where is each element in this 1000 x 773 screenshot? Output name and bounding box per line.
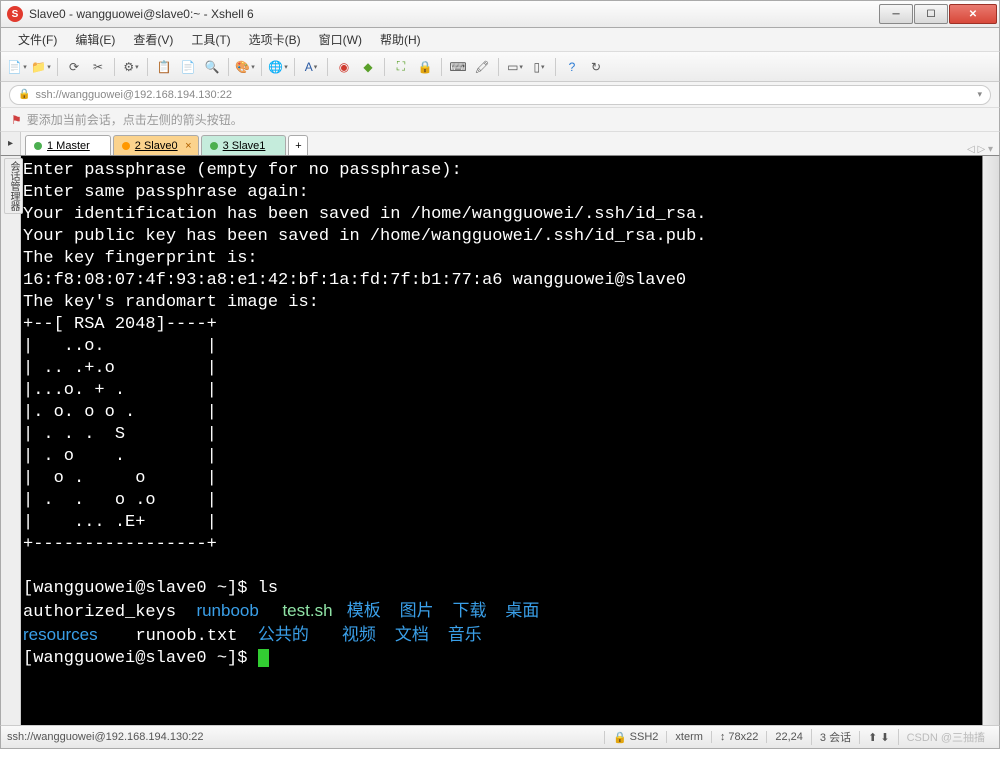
menu-view[interactable]: 查看(V)	[124, 31, 182, 48]
lock-icon[interactable]: 🔒	[415, 57, 435, 77]
new-session-button[interactable]: 📄	[7, 57, 27, 77]
sidebar-handle[interactable]: ▸	[1, 132, 21, 155]
window-title: Slave0 - wangguowei@slave0:~ - Xshell 6	[29, 7, 879, 21]
terminal[interactable]: Enter passphrase (empty for no passphras…	[21, 156, 982, 725]
status-extra: ⬆ ⬇	[859, 731, 898, 744]
window-controls: ─ ☐ ✕	[879, 4, 997, 24]
tab-master[interactable]: 1 Master	[25, 135, 111, 155]
status-cursor: 22,24	[766, 731, 811, 743]
status-dot-icon	[210, 142, 218, 150]
app-icon: S	[7, 6, 23, 22]
status-protocol: 🔒SSH2	[604, 731, 666, 744]
tab-scroll-arrows[interactable]: ◁ ▷ ▾	[961, 144, 999, 155]
status-dot-icon	[34, 142, 42, 150]
flag-icon: ⚑	[11, 113, 22, 127]
addressbar-row: 🔒 ssh://wangguowei@192.168.194.130:22 ▾	[0, 82, 1000, 108]
menu-tools[interactable]: 工具(T)	[182, 31, 239, 48]
status-dot-icon	[122, 142, 130, 150]
tab-label: 3 Slave1	[223, 140, 266, 152]
find-icon[interactable]: 🔍	[202, 57, 222, 77]
menu-help[interactable]: 帮助(H)	[371, 31, 430, 48]
globe-button[interactable]: 🌐	[268, 57, 288, 77]
menu-window[interactable]: 窗口(W)	[310, 31, 371, 48]
tab-label: 2 Slave0	[135, 140, 178, 152]
hint-text: 要添加当前会话，点击左侧的箭头按钮。	[27, 111, 243, 128]
minimize-button[interactable]: ─	[879, 4, 913, 24]
statusbar: ssh://wangguowei@192.168.194.130:22 🔒SSH…	[0, 725, 1000, 749]
help-icon[interactable]: ?	[562, 57, 582, 77]
close-button[interactable]: ✕	[949, 4, 997, 24]
terminal-wrap: Enter passphrase (empty for no passphras…	[0, 156, 1000, 725]
sidebar-gutter[interactable]	[1, 156, 21, 725]
watermark: CSDN @三抽搐	[898, 729, 993, 745]
address-text: ssh://wangguowei@192.168.194.130:22	[35, 89, 231, 101]
menubar: 文件(F) 编辑(E) 查看(V) 工具(T) 选项卡(B) 窗口(W) 帮助(…	[0, 28, 1000, 52]
status-termtype: xterm	[666, 731, 711, 743]
properties-button[interactable]: ⚙	[121, 57, 141, 77]
copy-icon[interactable]: 📋	[154, 57, 174, 77]
fullscreen-icon[interactable]: ⛶	[391, 57, 411, 77]
paste-icon[interactable]: 📄	[178, 57, 198, 77]
hint-row: ⚑ 要添加当前会话，点击左侧的箭头按钮。	[0, 108, 1000, 132]
font-button[interactable]: A	[301, 57, 321, 77]
xshell-icon[interactable]: ◉	[334, 57, 354, 77]
new-tab-button[interactable]: +	[288, 135, 308, 155]
status-size: ↕78x22	[711, 731, 766, 743]
reconnect-icon[interactable]: ⟳	[64, 57, 84, 77]
disconnect-icon[interactable]: ✂	[88, 57, 108, 77]
layout-v-button[interactable]: ▯	[529, 57, 549, 77]
tab-label: 1 Master	[47, 140, 90, 152]
color-scheme-button[interactable]: 🎨	[235, 57, 255, 77]
layout-h-button[interactable]: ▭	[505, 57, 525, 77]
session-tabs: 1 Master 2 Slave0 3 Slave1 + ◁ ▷ ▾	[21, 132, 999, 155]
titlebar: S Slave0 - wangguowei@slave0:~ - Xshell …	[0, 0, 1000, 28]
tab-slave0[interactable]: 2 Slave0	[113, 135, 199, 155]
menu-edit[interactable]: 编辑(E)	[66, 31, 124, 48]
maximize-button[interactable]: ☐	[914, 4, 948, 24]
address-input[interactable]: 🔒 ssh://wangguowei@192.168.194.130:22 ▾	[9, 85, 991, 105]
menu-tab[interactable]: 选项卡(B)	[240, 31, 310, 48]
xagent-icon[interactable]: ◆	[358, 57, 378, 77]
menu-file[interactable]: 文件(F)	[9, 31, 66, 48]
status-sessions: 3 会话	[811, 729, 859, 745]
status-address: ssh://wangguowei@192.168.194.130:22	[7, 731, 604, 743]
session-tabs-row: ▸ 1 Master 2 Slave0 3 Slave1 + ◁ ▷ ▾	[0, 132, 1000, 156]
lock-icon: 🔒	[18, 89, 30, 100]
update-icon[interactable]: ↻	[586, 57, 606, 77]
highlight-icon[interactable]: 🖍	[472, 57, 492, 77]
terminal-scrollbar[interactable]	[982, 156, 999, 725]
open-button[interactable]: 📁	[31, 57, 51, 77]
keyboard-icon[interactable]: ⌨	[448, 57, 468, 77]
session-manager-label[interactable]: 会话管理器	[4, 158, 23, 214]
toolbar: 📄 📁 ⟳ ✂ ⚙ 📋 📄 🔍 🎨 🌐 A ◉ ◆ ⛶ 🔒 ⌨ 🖍 ▭ ▯ ? …	[0, 52, 1000, 82]
tab-slave1[interactable]: 3 Slave1	[201, 135, 287, 155]
